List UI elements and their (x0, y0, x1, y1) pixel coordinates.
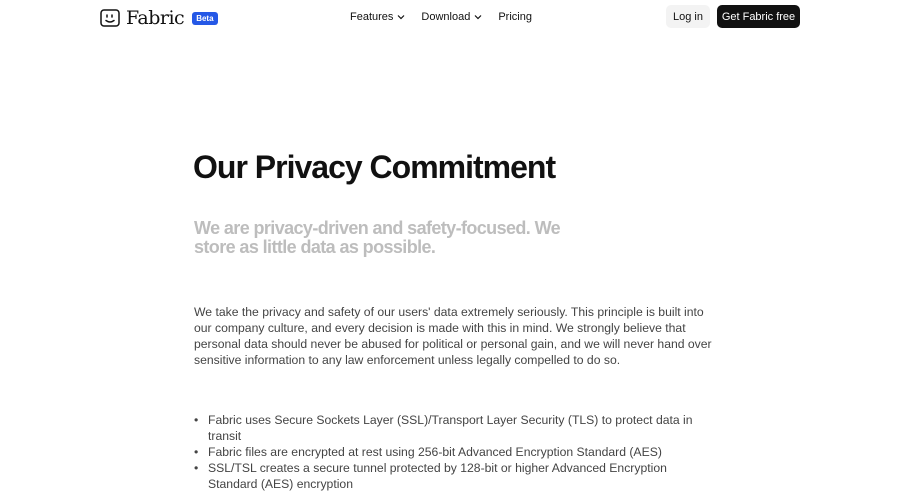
top-navigation: Fabric Beta Features Download Pricing Lo… (0, 0, 900, 34)
menu-features[interactable]: Features (350, 11, 405, 23)
list-item: Fabric files are encrypted at rest using… (194, 444, 714, 460)
chevron-down-icon (397, 11, 405, 23)
logo-link[interactable]: Fabric Beta (100, 7, 218, 29)
menu-download[interactable]: Download (421, 11, 482, 23)
smiley-face-icon (100, 9, 120, 27)
get-fabric-free-button[interactable]: Get Fabric free (717, 5, 800, 28)
menu-download-label: Download (421, 11, 471, 23)
menu-features-label: Features (350, 11, 394, 23)
security-list: Fabric uses Secure Sockets Layer (SSL)/T… (194, 412, 714, 492)
page-subtitle: We are privacy-driven and safety-focused… (194, 218, 561, 257)
chevron-down-icon (474, 11, 482, 23)
logo-wordmark: Fabric (126, 7, 185, 29)
login-button[interactable]: Log in (666, 5, 710, 28)
page-title: Our Privacy Commitment (193, 149, 556, 185)
menu-pricing-label: Pricing (498, 11, 532, 23)
menu-pricing[interactable]: Pricing (498, 11, 532, 23)
beta-badge: Beta (192, 11, 218, 25)
list-item: Fabric uses Secure Sockets Layer (SSL)/T… (194, 412, 714, 444)
privacy-paragraph: We take the privacy and safety of our us… (194, 305, 712, 367)
main-menu: Features Download Pricing (350, 10, 532, 24)
list-item: SSL/TSL creates a secure tunnel protecte… (194, 460, 714, 492)
